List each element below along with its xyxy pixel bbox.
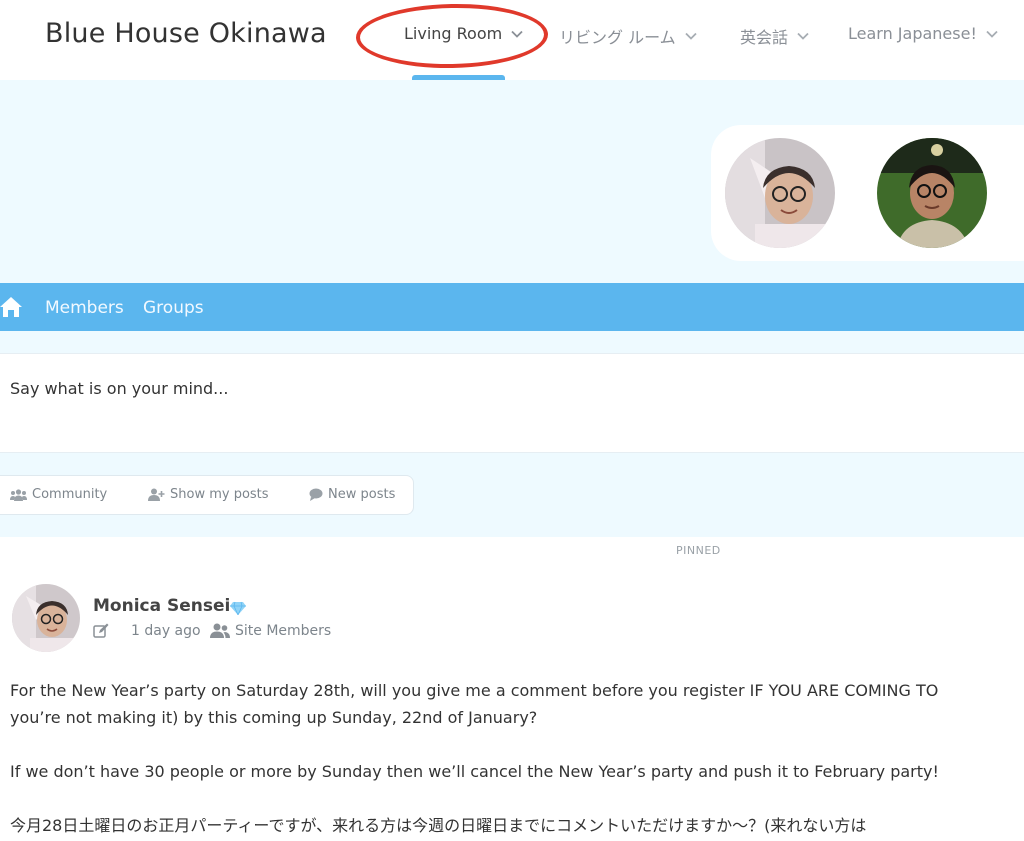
filter-label: Show my posts bbox=[170, 487, 269, 502]
filter-label: Community bbox=[32, 487, 108, 502]
pinned-label: PINNED bbox=[676, 544, 721, 557]
chevron-down-icon bbox=[510, 27, 524, 41]
member-avatar[interactable] bbox=[725, 138, 835, 248]
nav-eikaiwa[interactable]: 英会話 bbox=[740, 24, 810, 48]
filter-new-posts[interactable]: New posts bbox=[309, 487, 395, 502]
post-composer[interactable] bbox=[0, 353, 1024, 453]
diamond-icon bbox=[230, 600, 246, 616]
site-title[interactable]: Blue House Okinawa bbox=[45, 18, 327, 49]
subnav-groups[interactable]: Groups bbox=[143, 298, 204, 318]
nav-label: 英会話 bbox=[740, 28, 789, 47]
community-icon bbox=[10, 488, 27, 501]
member-avatar[interactable] bbox=[877, 138, 987, 248]
author-avatar[interactable] bbox=[12, 584, 80, 652]
post-body-line: For the New Year’s party on Saturday 28t… bbox=[10, 681, 939, 700]
filter-show-my-posts[interactable]: Show my posts bbox=[148, 487, 269, 502]
nav-living-room[interactable]: Living Room bbox=[404, 24, 524, 43]
nav-label: Learn Japanese! bbox=[848, 24, 977, 43]
post-audience[interactable]: Site Members bbox=[235, 623, 331, 639]
subnav-members[interactable]: Members bbox=[45, 298, 124, 318]
post-body-line: If we don’t have 30 people or more by Su… bbox=[10, 762, 939, 781]
comment-icon bbox=[309, 488, 323, 501]
post-author[interactable]: Monica Sensei bbox=[93, 596, 230, 616]
filter-community[interactable]: Community bbox=[10, 487, 107, 502]
chevron-down-icon bbox=[684, 29, 698, 43]
post-time[interactable]: 1 day ago bbox=[131, 623, 201, 639]
composer-placeholder[interactable]: Say what is on your mind... bbox=[10, 379, 228, 398]
post-body-line: you’re not making it) by this coming up … bbox=[10, 708, 538, 727]
nav-living-room-jp[interactable]: リビング ルーム bbox=[559, 24, 698, 48]
members-card bbox=[711, 125, 1024, 261]
members-icon bbox=[210, 623, 230, 639]
chevron-down-icon bbox=[796, 29, 810, 43]
top-header: Blue House Okinawa Living Room リビング ルーム … bbox=[0, 0, 1024, 80]
nav-label: Living Room bbox=[404, 24, 503, 43]
nav-label: リビング ルーム bbox=[559, 28, 676, 47]
filter-label: New posts bbox=[328, 487, 396, 502]
spacer-band bbox=[0, 331, 1024, 353]
user-plus-icon bbox=[148, 488, 165, 501]
nav-learn-japanese[interactable]: Learn Japanese! bbox=[848, 24, 999, 43]
home-icon[interactable] bbox=[0, 296, 24, 318]
post-body-line: 今月28日土曜日のお正月パーティーですが、来れる方は今週の日曜日までにコメントい… bbox=[10, 816, 867, 835]
edit-icon[interactable] bbox=[93, 623, 109, 639]
chevron-down-icon bbox=[985, 27, 999, 41]
